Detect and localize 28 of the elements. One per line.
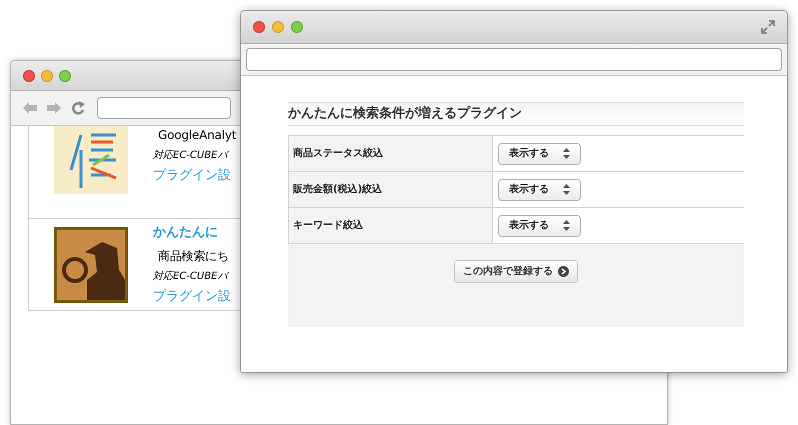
minimize-button[interactable]	[272, 21, 284, 33]
version-label: 対応EC-CUBEバ	[153, 150, 230, 162]
address-field[interactable]	[97, 97, 231, 119]
select-dropdown[interactable]: 表示する	[498, 214, 581, 236]
submit-button[interactable]: この内容で登録する	[454, 260, 578, 283]
forward-icon[interactable]	[47, 102, 61, 114]
updown-arrows-icon	[563, 220, 570, 231]
zoom-button[interactable]	[291, 21, 303, 33]
plugin-description: 商品検索にち	[157, 248, 230, 264]
select-dropdown[interactable]: 表示する	[498, 178, 581, 200]
close-button[interactable]	[23, 70, 35, 82]
updown-arrows-icon	[563, 148, 570, 159]
updown-arrows-icon	[563, 184, 570, 195]
setting-label: 商品ステータス絞込	[288, 136, 493, 171]
setting-label: 販売金額(税込)絞込	[288, 172, 493, 207]
setting-label: キーワード絞込	[288, 208, 493, 243]
close-button[interactable]	[253, 21, 265, 33]
plugin-description: GoogleAnalyt	[157, 127, 236, 144]
reload-icon[interactable]	[71, 100, 85, 116]
arrow-circle-icon	[558, 266, 569, 277]
version-label: 対応EC-CUBEバ	[153, 270, 230, 282]
fullscreen-icon[interactable]	[761, 20, 775, 34]
page-heading: かんたんに検索条件が増えるプラグイン	[288, 102, 744, 126]
minimize-button[interactable]	[41, 70, 53, 82]
back-icon[interactable]	[23, 102, 37, 114]
zoom-button[interactable]	[59, 70, 71, 82]
select-dropdown[interactable]: 表示する	[498, 142, 581, 164]
address-field[interactable]	[246, 48, 782, 71]
